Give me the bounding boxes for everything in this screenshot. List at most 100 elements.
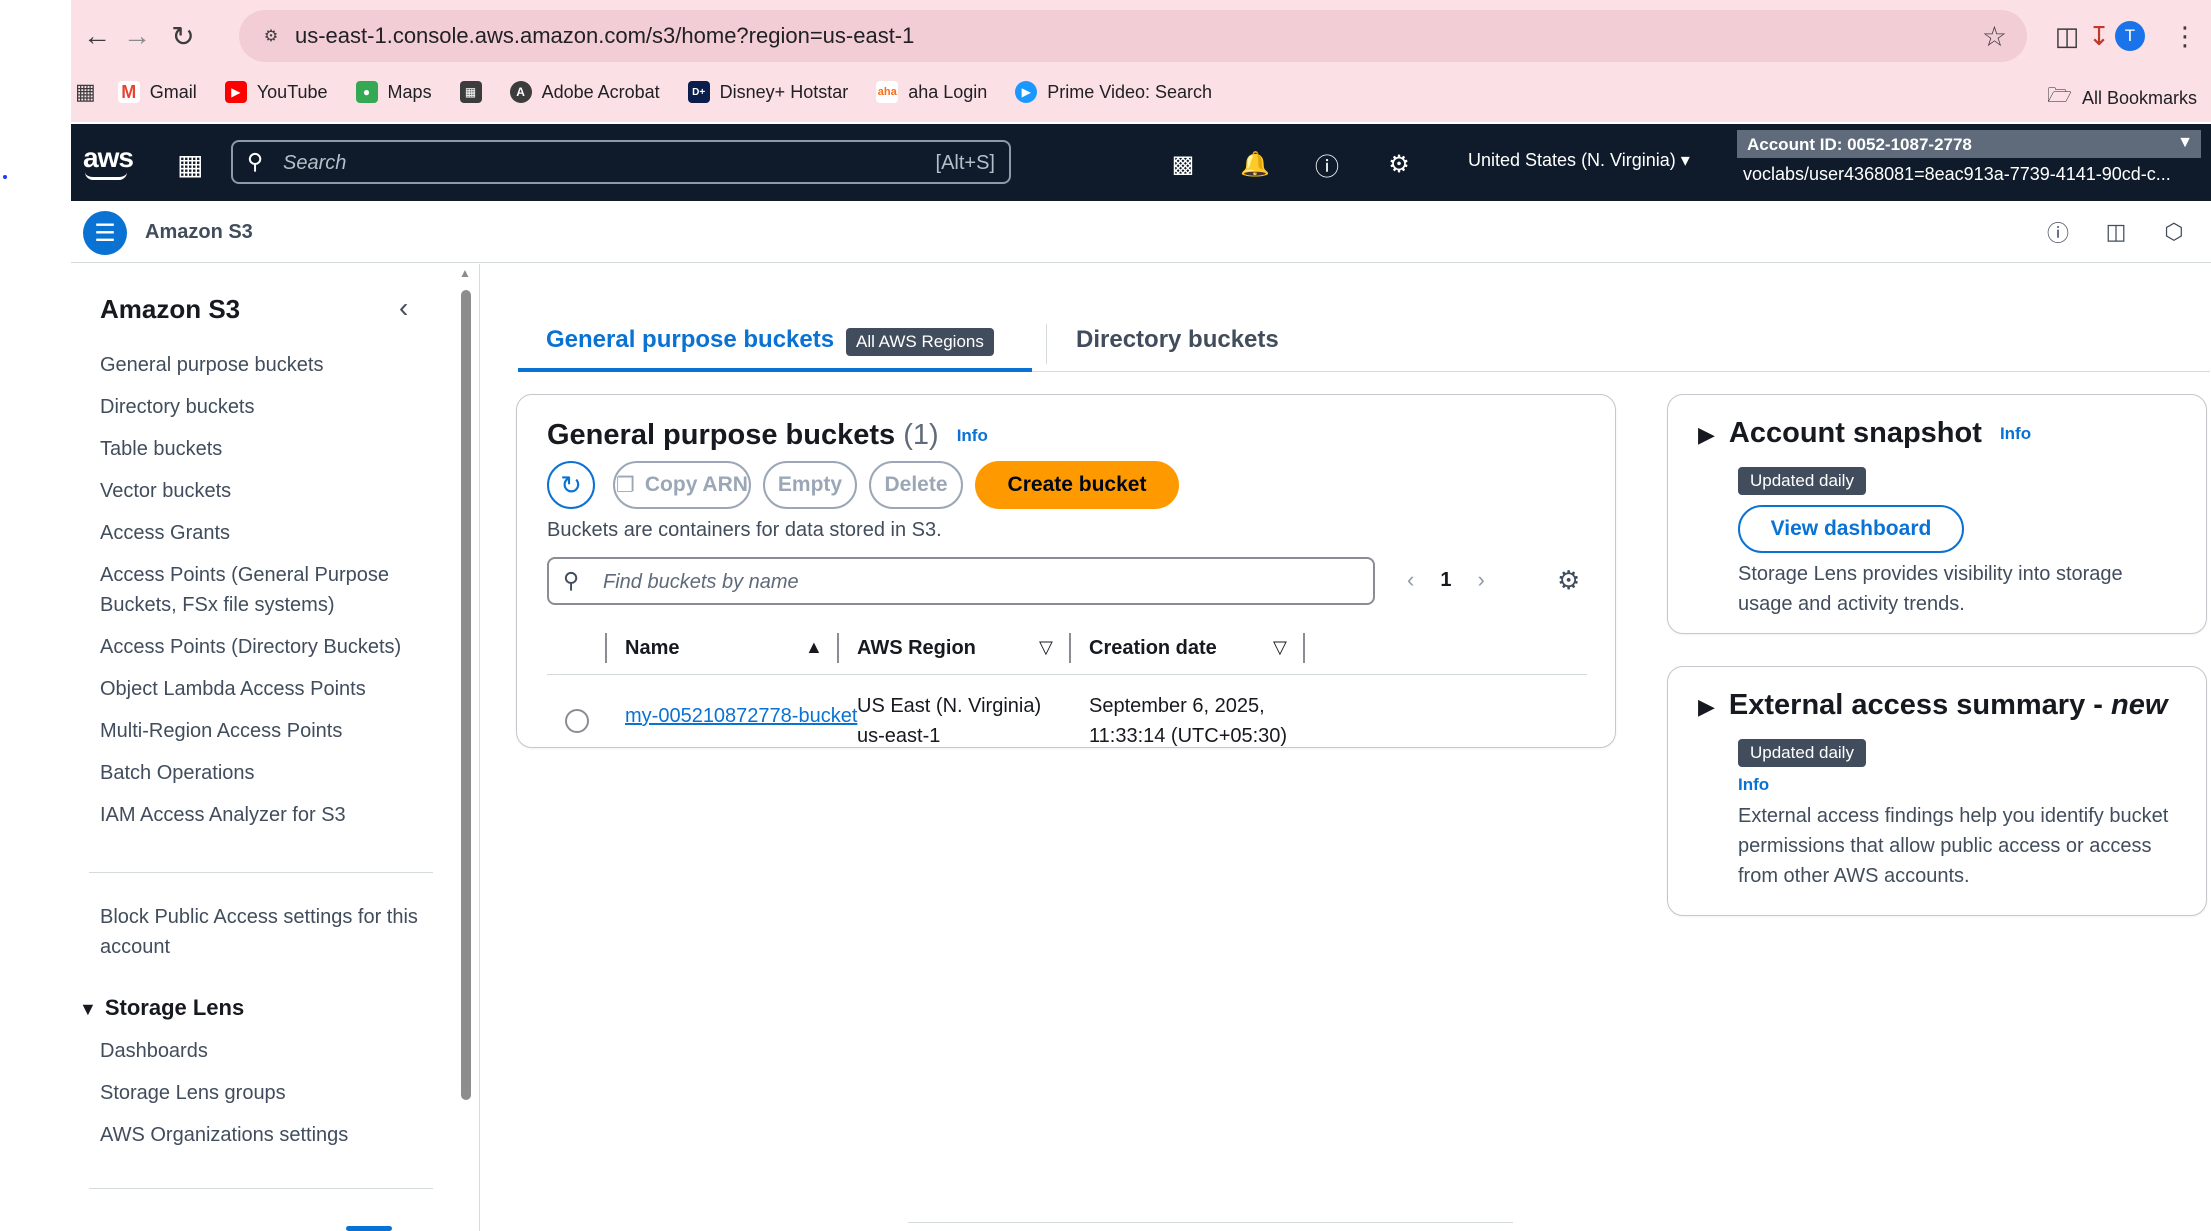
nav-item-organizations-settings[interactable]: AWS Organizations settings: [100, 1120, 430, 1150]
table-header: Name ▲ AWS Region ▽ Creation date ▽: [547, 623, 1587, 675]
snapshot-description: Storage Lens provides visibility into st…: [1738, 563, 2123, 615]
bucket-region: US East (N. Virginia) us-east-1: [857, 695, 1042, 747]
address-bar[interactable]: ⚙ us-east-1.console.aws.amazon.com/s3/ho…: [239, 10, 2027, 62]
scroll-up-arrow-icon[interactable]: ▲: [459, 266, 471, 280]
acrobat-icon: A: [509, 81, 532, 103]
nav-item-object-lambda[interactable]: Object Lambda Access Points: [100, 674, 430, 704]
bucket-name-link[interactable]: my-005210872778-bucket: [625, 701, 857, 731]
expand-caret-icon: ▶: [1698, 422, 1715, 447]
menu-kebab-icon[interactable]: ⋮: [2163, 14, 2207, 58]
copy-arn-button[interactable]: ❐ Copy ARN: [613, 461, 751, 509]
delete-button[interactable]: Delete: [869, 461, 963, 509]
services-grid-icon[interactable]: ▦: [177, 148, 203, 181]
nav-item-general-purpose-buckets[interactable]: General purpose buckets: [100, 350, 430, 380]
sidenav-title[interactable]: Amazon S3: [100, 294, 240, 325]
nav-item-directory-buckets[interactable]: Directory buckets: [100, 392, 430, 422]
user-identity[interactable]: voclabs/user4368081=8eac913a-7739-4141-9…: [1743, 164, 2203, 185]
nav-item-batch-operations[interactable]: Batch Operations: [100, 758, 430, 788]
bookmark-aha[interactable]: aha aha Login: [876, 81, 987, 103]
folder-icon: 🗁: [2047, 85, 2072, 107]
nav-item-multi-region[interactable]: Multi-Region Access Points: [100, 716, 430, 746]
split-panel-icon[interactable]: ◫: [2101, 217, 2131, 247]
next-page-icon[interactable]: ›: [1477, 567, 1484, 593]
tab-directory-buckets[interactable]: Directory buckets: [1076, 326, 1279, 354]
column-header-name[interactable]: Name: [625, 637, 679, 660]
table-preferences-gear-icon[interactable]: ⚙: [1557, 565, 1580, 596]
collapse-nav-icon[interactable]: ‹: [399, 292, 408, 324]
updated-daily-badge: Updated daily: [1738, 739, 1866, 767]
tab-general-purpose-buckets[interactable]: General purpose buckets All AWS Regions: [518, 314, 1032, 372]
side-navigation: Amazon S3 ‹ General purpose buckets Dire…: [71, 264, 479, 1231]
url-text[interactable]: us-east-1.console.aws.amazon.com/s3/home…: [295, 23, 914, 49]
bookmark-maps[interactable]: ● Maps: [355, 81, 432, 103]
account-menu[interactable]: Account ID: 0052-1087-2778 ▼: [1737, 130, 2201, 158]
bookmark-hotstar[interactable]: D+ Disney+ Hotstar: [687, 81, 848, 103]
prime-video-icon: ▶: [1015, 81, 1038, 103]
profile-avatar[interactable]: T: [2115, 21, 2145, 51]
page-number[interactable]: 1: [1440, 569, 1451, 592]
sort-icon[interactable]: ▽: [1039, 637, 1053, 658]
bookmark-youtube[interactable]: ▶ YouTube: [224, 81, 328, 103]
bookmark-adobe-acrobat[interactable]: A Adobe Acrobat: [509, 81, 660, 103]
service-bar: ☰ Amazon S3 ⓘ ◫ ⬡: [71, 201, 2211, 263]
footer-divider: [908, 1222, 1513, 1223]
bookmark-prime-video[interactable]: ▶ Prime Video: Search: [1015, 81, 1212, 103]
help-icon[interactable]: ⓘ: [1311, 148, 1343, 181]
amazon-q-icon[interactable]: ⬡: [2159, 217, 2189, 247]
region-selector[interactable]: United States (N. Virginia) ▾: [1468, 150, 1690, 171]
empty-button[interactable]: Empty: [763, 461, 857, 509]
info-link[interactable]: Info: [2000, 424, 2031, 443]
refresh-icon[interactable]: ↻: [547, 461, 595, 509]
aws-logo[interactable]: aws: [83, 142, 134, 180]
create-bucket-button[interactable]: Create bucket: [975, 461, 1179, 509]
bookmark-page[interactable]: ▦: [459, 81, 482, 103]
nav-item-access-points-general[interactable]: Access Points (General Purpose Buckets, …: [100, 560, 430, 620]
view-dashboard-button[interactable]: View dashboard: [1738, 505, 1964, 553]
nav-group-label: Storage Lens: [104, 995, 245, 1020]
hamburger-menu-icon[interactable]: ☰: [83, 211, 127, 255]
nav-divider: [89, 872, 433, 873]
snapshot-header[interactable]: ▶ Account snapshot Info: [1698, 417, 2031, 450]
column-header-creation-date[interactable]: Creation date: [1089, 637, 1217, 660]
sidenav-scrollbar[interactable]: [461, 290, 471, 1100]
info-link[interactable]: Info: [1738, 775, 1769, 795]
nav-item-storage-lens-groups[interactable]: Storage Lens groups: [100, 1078, 430, 1108]
column-header-region[interactable]: AWS Region: [857, 637, 976, 660]
bookmark-label: Gmail: [149, 81, 197, 102]
prev-page-icon[interactable]: ‹: [1407, 567, 1414, 593]
nav-item-dashboards[interactable]: Dashboards: [100, 1036, 430, 1066]
aws-search-input[interactable]: ⚲ Search [Alt+S]: [231, 140, 1011, 184]
bookmark-label: YouTube: [256, 81, 328, 102]
nav-item-vector-buckets[interactable]: Vector buckets: [100, 476, 430, 506]
back-arrow-icon[interactable]: ←: [75, 14, 119, 58]
bookmark-star-icon[interactable]: ☆: [1982, 20, 2007, 53]
info-panel-icon[interactable]: ⓘ: [2043, 217, 2073, 247]
info-link[interactable]: Info: [957, 426, 988, 445]
forward-arrow-icon[interactable]: →: [115, 14, 159, 58]
column-divider: [837, 633, 839, 663]
notifications-bell-icon[interactable]: 🔔: [1239, 148, 1271, 180]
bookmark-gmail[interactable]: M Gmail: [117, 81, 197, 103]
column-divider: [1303, 633, 1305, 663]
all-bookmarks[interactable]: 🗁 All Bookmarks: [2047, 81, 2197, 115]
site-settings-icon[interactable]: ⚙: [257, 22, 285, 50]
region-badge: All AWS Regions: [846, 328, 994, 356]
nav-item-block-public-access[interactable]: Block Public Access settings for this ac…: [100, 902, 420, 962]
sort-ascending-icon[interactable]: ▲: [805, 637, 823, 658]
sort-icon[interactable]: ▽: [1273, 637, 1287, 658]
nav-item-iam-access-analyzer[interactable]: IAM Access Analyzer for S3: [100, 800, 430, 830]
find-buckets-input[interactable]: ⚲ Find buckets by name: [547, 557, 1375, 605]
row-select-radio[interactable]: [565, 709, 589, 733]
account-snapshot-panel: ▶ Account snapshot Info Updated daily Vie…: [1667, 394, 2207, 634]
external-header[interactable]: ▶ External access summary - new: [1698, 689, 2167, 722]
apps-grid-icon[interactable]: ▦: [75, 79, 96, 105]
nav-item-access-points-directory[interactable]: Access Points (Directory Buckets): [100, 632, 430, 662]
nav-item-table-buckets[interactable]: Table buckets: [100, 434, 430, 464]
reload-icon[interactable]: ↻: [161, 14, 205, 58]
bookmark-label: Maps: [387, 81, 432, 102]
nav-group-storage-lens[interactable]: ▼ Storage Lens: [79, 995, 244, 1021]
search-placeholder: Search: [283, 152, 347, 174]
settings-gear-icon[interactable]: ⚙: [1383, 148, 1415, 180]
cloudshell-icon[interactable]: ▩: [1167, 148, 1199, 180]
nav-item-access-grants[interactable]: Access Grants: [100, 518, 430, 548]
